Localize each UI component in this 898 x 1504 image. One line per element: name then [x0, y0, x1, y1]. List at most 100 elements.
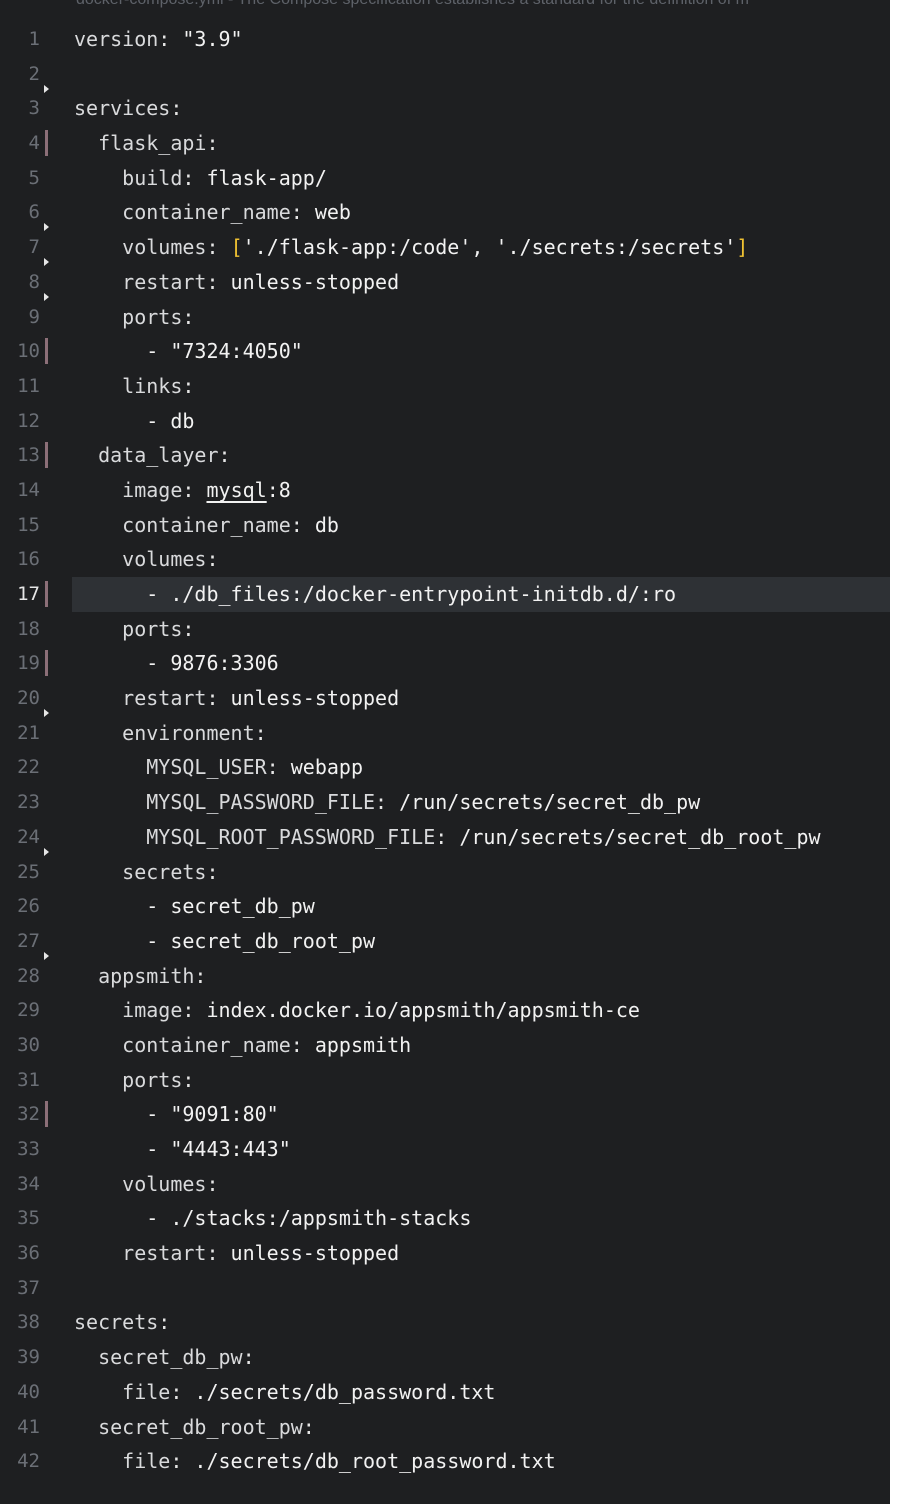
line-number: 34 — [17, 1172, 40, 1195]
code-text: MYSQL_PASSWORD_FILE: /run/secrets/secret… — [74, 785, 700, 820]
code-text: services: — [74, 91, 182, 126]
line-number: 13 — [17, 444, 40, 467]
yaml-value: - secret_db_pw — [146, 894, 315, 919]
line-number: 20 — [17, 687, 40, 710]
git-modified-marker — [45, 1101, 48, 1128]
code-line[interactable]: 20 restart: unless-stopped — [0, 681, 890, 718]
code-line[interactable]: 39 secret_db_pw: — [0, 1340, 890, 1375]
code-line[interactable]: 8 restart: unless-stopped — [0, 265, 890, 301]
yaml-colon: : — [182, 165, 195, 190]
code-line[interactable]: 40 file: ./secrets/db_password.txt — [0, 1375, 890, 1410]
yaml-colon: : — [182, 616, 195, 641]
yaml-key: MYSQL_PASSWORD_FILE — [146, 790, 376, 815]
yaml-key: ports — [122, 1067, 183, 1092]
yaml-colon: : — [206, 131, 219, 156]
code-line[interactable]: 36 restart: unless-stopped — [0, 1236, 890, 1271]
code-line[interactable]: 3 services: — [0, 91, 890, 126]
code-line[interactable]: 32 - "9091:80" — [0, 1097, 890, 1132]
code-line[interactable]: 42 file: ./secrets/db_root_password.txt — [0, 1444, 890, 1479]
yaml-value: - 9876:3306 — [146, 651, 279, 676]
code-lines[interactable]: 1 version: "3.9" 2 3 services: 4 flask_api: 5 … — [0, 22, 890, 1479]
code-line[interactable]: 9 ports: — [0, 300, 890, 335]
yaml-value: "3.9" — [170, 27, 243, 51]
code-line[interactable]: 35 - ./stacks:/appsmith-stacks — [0, 1201, 890, 1236]
code-text: ports: — [74, 1063, 194, 1098]
code-line[interactable]: 4 flask_api: — [0, 126, 890, 161]
git-modified-marker — [45, 650, 48, 677]
line-number: 31 — [17, 1068, 40, 1091]
git-modified-marker — [45, 442, 48, 469]
line-number: 3 — [28, 97, 40, 120]
code-line[interactable]: 29 image: index.docker.io/appsmith/appsm… — [0, 993, 890, 1028]
code-line[interactable]: 27 - secret_db_root_pw — [0, 924, 890, 960]
code-line[interactable]: 37 — [0, 1271, 890, 1306]
line-number: 37 — [17, 1276, 40, 1299]
code-line[interactable]: 13 data_layer: — [0, 438, 890, 473]
code-text: environment: — [74, 716, 267, 751]
code-line[interactable]: 21 environment: — [0, 716, 890, 751]
yaml-colon: : — [158, 1310, 171, 1335]
code-line[interactable]: 30 container_name: appsmith — [0, 1028, 890, 1063]
line-number: 33 — [17, 1138, 40, 1160]
yaml-value: ./secrets/db_root_password.txt — [182, 1449, 556, 1474]
code-line[interactable]: 10 - "7324:4050" — [0, 334, 890, 369]
code-text: secret_db_pw: — [74, 1340, 255, 1375]
code-line[interactable]: 7 volumes: ['./flask-app:/code', './secr… — [0, 230, 890, 267]
code-line[interactable]: 17 - ./db_files:/docker-entrypoint-initd… — [0, 577, 890, 612]
code-line[interactable]: 34 volumes: — [0, 1167, 890, 1202]
yaml-key: container_name — [122, 200, 291, 225]
code-line[interactable]: 2 — [0, 57, 890, 93]
yaml-colon: : — [182, 998, 195, 1023]
code-line[interactable]: 38 secrets: — [0, 1305, 890, 1340]
line-number: 2 — [28, 62, 40, 85]
code-line[interactable]: 25 secrets: — [0, 855, 890, 890]
code-line[interactable]: 33 - "4443:443" — [0, 1132, 890, 1167]
yaml-key: appsmith — [98, 963, 195, 988]
code-editor[interactable]: docker-compose.yml - The Compose specifi… — [0, 0, 890, 1504]
code-line[interactable]: 26 - secret_db_pw — [0, 889, 890, 924]
yaml-colon: : — [206, 1171, 219, 1196]
line-number: 25 — [17, 860, 40, 883]
yaml-key: image — [122, 998, 183, 1023]
code-line[interactable]: 31 ports: — [0, 1063, 890, 1098]
code-line[interactable]: 12 - db — [0, 404, 890, 439]
yaml-colon: : — [182, 477, 195, 502]
code-line[interactable]: 11 links: — [0, 369, 890, 404]
code-line[interactable]: 24 MYSQL_ROOT_PASSWORD_FILE: /run/secret… — [0, 820, 890, 856]
code-line[interactable]: 41 secret_db_root_pw: — [0, 1410, 890, 1445]
yaml-colon: : — [158, 27, 171, 51]
code-text: - ./db_files:/docker-entrypoint-initdb.d… — [74, 577, 676, 612]
line-number: 36 — [17, 1242, 40, 1265]
code-line[interactable]: 22 MYSQL_USER: webapp — [0, 750, 890, 785]
code-line[interactable]: 28 appsmith: — [0, 959, 890, 994]
code-text: volumes: ['./flask-app:/code', './secret… — [74, 230, 748, 265]
bracket-close: ] — [736, 235, 749, 260]
code-line[interactable]: 14 image: mysql:8 — [0, 473, 890, 508]
code-line[interactable]: 5 build: flask-app/ — [0, 161, 890, 196]
line-number: 18 — [17, 617, 40, 640]
line-number: 24 — [17, 825, 40, 848]
line-number: 41 — [17, 1415, 40, 1438]
yaml-value: './flask-app:/code', './secrets:/secrets… — [242, 235, 737, 260]
code-text: secrets: — [74, 1305, 170, 1340]
yaml-value: ./secrets/db_password.txt — [182, 1379, 496, 1404]
code-line[interactable]: 23 MYSQL_PASSWORD_FILE: /run/secrets/sec… — [0, 785, 890, 820]
code-line[interactable]: 19 - 9876:3306 — [0, 646, 890, 681]
code-line[interactable]: 15 container_name: db — [0, 508, 890, 543]
code-line[interactable]: 1 version: "3.9" — [0, 22, 890, 57]
file-breadcrumb[interactable]: docker-compose.yml - The Compose specifi… — [76, 0, 890, 11]
code-text: file: ./secrets/db_password.txt — [74, 1375, 495, 1410]
code-line[interactable]: 6 container_name: web — [0, 195, 890, 232]
yaml-key: ports — [122, 616, 183, 641]
code-line[interactable]: 16 volumes: — [0, 542, 890, 577]
code-line[interactable]: 18 ports: — [0, 612, 890, 647]
